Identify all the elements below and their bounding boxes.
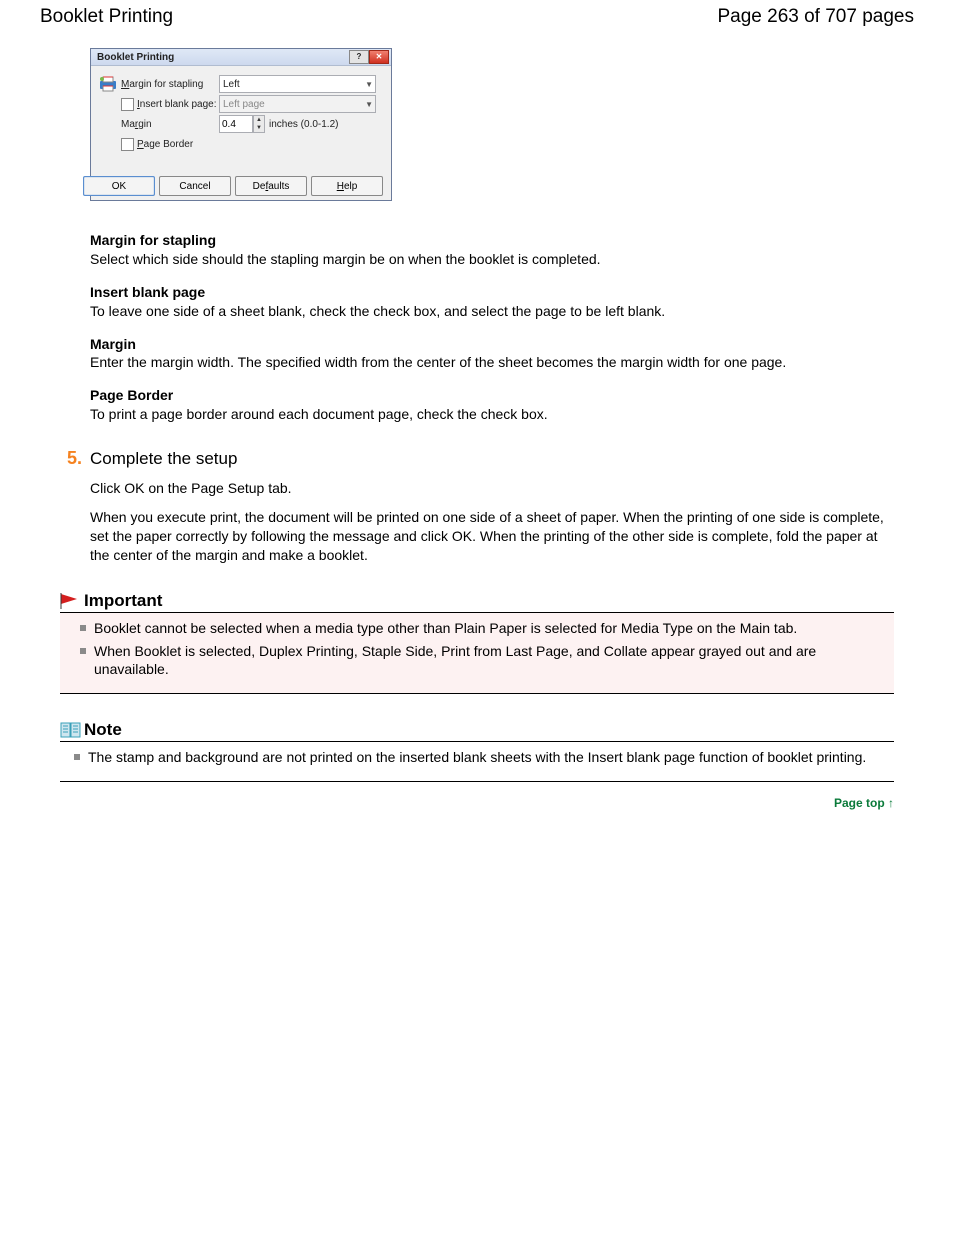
dialog-titlebar: Booklet Printing ? ✕ — [91, 49, 391, 66]
help-button[interactable]: Help — [311, 176, 383, 196]
ok-button[interactable]: OK — [83, 176, 155, 196]
step-title: Complete the setup — [90, 449, 237, 469]
def-desc-page-border: To print a page border around each docum… — [90, 405, 894, 424]
step-number: 5. — [62, 448, 82, 469]
margin-unit: inches (0.0-1.2) — [269, 119, 338, 130]
def-term-margin: Margin — [90, 335, 894, 354]
blank-page-select: Left page ▼ — [219, 95, 376, 113]
def-term-margin-stapling: Margin for stapling — [90, 231, 894, 250]
chevron-down-icon: ▼ — [365, 100, 373, 109]
note-title: Note — [84, 720, 122, 740]
margin-input[interactable]: 0.4 — [219, 115, 253, 133]
def-term-insert-blank: Insert blank page — [90, 283, 894, 302]
margin-side-value: Left — [223, 79, 240, 90]
def-term-page-border: Page Border — [90, 386, 894, 405]
important-title: Important — [84, 591, 162, 611]
step-p1: Click OK on the Page Setup tab. — [90, 479, 894, 498]
close-icon[interactable]: ✕ — [369, 50, 389, 64]
page-counter: Page 263 of 707 pages — [717, 6, 914, 28]
page-border-checkbox[interactable] — [121, 138, 134, 151]
margin-stapling-label: Margin for stapling — [121, 79, 203, 90]
step-5: 5. Complete the setup Click OK on the Pa… — [90, 448, 894, 565]
important-item: When Booklet is selected, Duplex Printin… — [94, 642, 888, 680]
flag-icon — [60, 593, 82, 609]
booklet-dialog: Booklet Printing ? ✕ Margin for stapling — [90, 48, 392, 201]
important-item: Booklet cannot be selected when a media … — [94, 619, 888, 638]
definitions: Margin for stapling Select which side sh… — [90, 231, 894, 424]
important-callout: Important Booklet cannot be selected whe… — [60, 591, 894, 695]
up-arrow-icon: ↑ — [888, 796, 894, 810]
def-desc-margin-stapling: Select which side should the stapling ma… — [90, 250, 894, 269]
insert-blank-checkbox[interactable] — [121, 98, 134, 111]
page-top-link[interactable]: Page top ↑ — [834, 796, 894, 810]
insert-blank-label: Insert blank page: — [137, 99, 217, 110]
def-desc-margin: Enter the margin width. The specified wi… — [90, 353, 894, 372]
step-p2: When you execute print, the document wil… — [90, 508, 894, 565]
page-border-label: Page Border — [137, 139, 193, 150]
note-callout: Note The stamp and background are not pr… — [60, 720, 894, 782]
blank-page-value: Left page — [223, 99, 265, 110]
help-titlebar-icon[interactable]: ? — [349, 50, 369, 64]
chevron-down-icon: ▼ — [365, 80, 373, 89]
margin-label: Margin — [121, 119, 152, 130]
cancel-button[interactable]: Cancel — [159, 176, 231, 196]
note-item: The stamp and background are not printed… — [88, 748, 894, 767]
printer-icon — [99, 75, 117, 93]
def-desc-insert-blank: To leave one side of a sheet blank, chec… — [90, 302, 894, 321]
dialog-title: Booklet Printing — [97, 52, 174, 63]
defaults-button[interactable]: Defaults — [235, 176, 307, 196]
note-icon — [60, 722, 82, 738]
margin-side-select[interactable]: Left ▼ — [219, 75, 376, 93]
margin-spinner[interactable]: ▲▼ — [253, 115, 265, 133]
doc-title: Booklet Printing — [40, 6, 173, 28]
